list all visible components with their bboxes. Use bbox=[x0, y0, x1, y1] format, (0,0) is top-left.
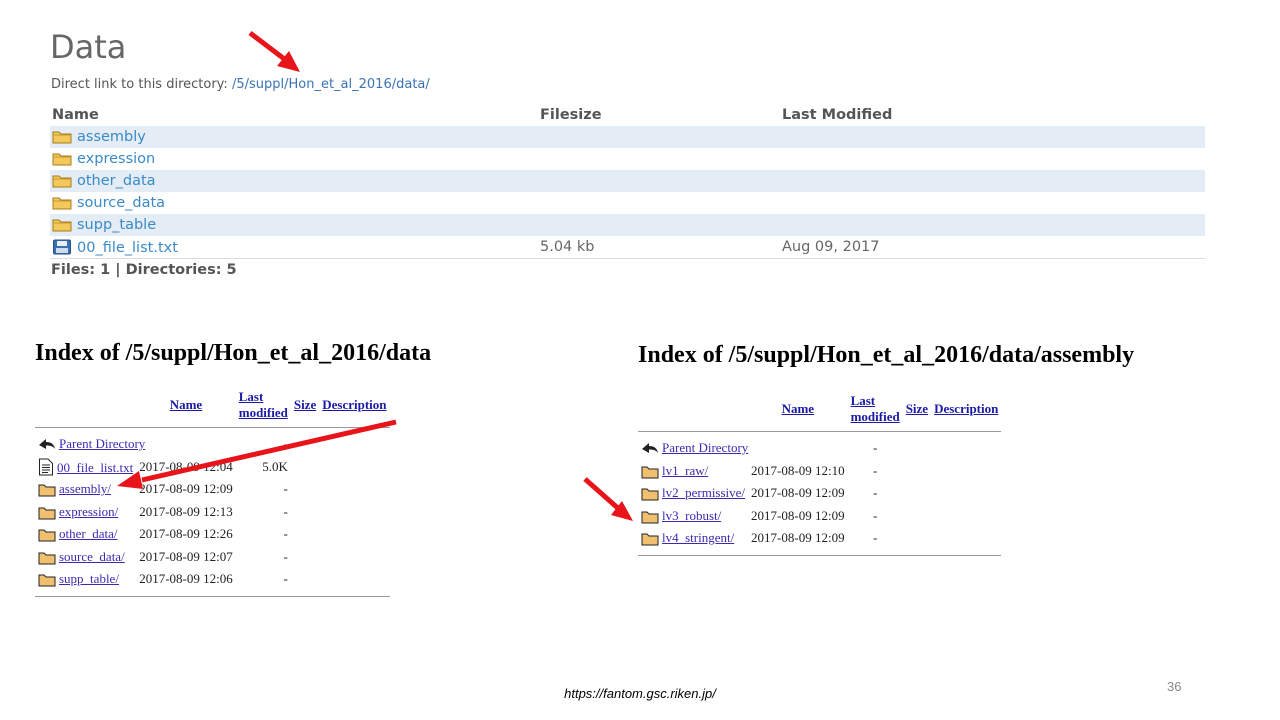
page-number: 36 bbox=[1167, 679, 1182, 694]
arrow-to-direct-link bbox=[248, 31, 300, 72]
arrow-to-lv3-robust bbox=[583, 477, 633, 521]
arrow-to-assembly-folder bbox=[117, 419, 397, 489]
annotation-arrows bbox=[117, 31, 633, 521]
footer-url: https://fantom.gsc.riken.jp/ bbox=[564, 686, 716, 701]
